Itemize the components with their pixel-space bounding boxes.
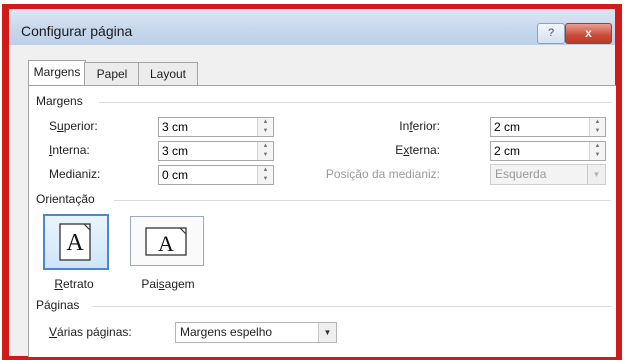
landscape-label: Paisagem xyxy=(141,277,195,291)
portrait-option[interactable]: A xyxy=(43,214,109,270)
varias-paginas-select[interactable]: Margens espelho ▼ xyxy=(175,322,337,343)
varias-paginas-value: Margens espelho xyxy=(180,325,273,339)
tab-papel-label: Papel xyxy=(96,67,128,81)
spin-up-icon[interactable]: ▲ xyxy=(258,166,273,175)
landscape-page-icon: A xyxy=(145,227,187,256)
inferior-label: Inferior: xyxy=(399,119,440,133)
externa-input[interactable] xyxy=(491,142,586,159)
spin-down-icon[interactable]: ▼ xyxy=(258,127,273,136)
orientation-divider xyxy=(114,200,611,201)
varias-paginas-label: Várias páginas: xyxy=(49,325,132,339)
spin-down-icon[interactable]: ▼ xyxy=(258,151,273,160)
externa-stepper[interactable]: ▲▼ xyxy=(490,141,606,161)
pages-group-label: Páginas xyxy=(36,298,80,312)
spin-up-icon[interactable]: ▲ xyxy=(258,142,273,151)
landscape-letter: A xyxy=(158,231,174,256)
inferior-stepper[interactable]: ▲▼ xyxy=(490,117,606,137)
tab-margens-label: Margens xyxy=(33,65,81,79)
tab-layout[interactable]: Layout xyxy=(138,62,198,85)
superior-spin-arrows[interactable]: ▲ ▼ xyxy=(257,118,273,136)
medianiz-stepper[interactable]: ▲▼ xyxy=(158,165,274,185)
inferior-spin-arrows[interactable]: ▲ ▼ xyxy=(589,118,605,136)
help-button[interactable]: ? xyxy=(537,23,565,44)
dialog-title: Configurar página xyxy=(21,23,133,39)
landscape-option[interactable]: A xyxy=(130,216,204,266)
externa-spin-arrows[interactable]: ▲ ▼ xyxy=(589,142,605,160)
interna-stepper[interactable]: ▲▼ xyxy=(158,141,274,161)
chevron-down-icon[interactable]: ▼ xyxy=(318,323,336,342)
spin-up-icon[interactable]: ▲ xyxy=(258,118,273,127)
posicao-medianiz-label: Posição da medianiz: xyxy=(325,167,440,181)
chevron-down-icon[interactable]: ▼ xyxy=(587,165,605,184)
portrait-letter: A xyxy=(66,230,84,256)
inferior-input[interactable] xyxy=(491,118,586,135)
posicao-medianiz-value: Esquerda xyxy=(495,167,547,181)
pages-divider xyxy=(93,306,611,307)
interna-label: Interna: xyxy=(49,143,90,157)
superior-label: Superior: xyxy=(49,119,98,133)
spin-up-icon[interactable]: ▲ xyxy=(590,142,605,151)
tab-margens[interactable]: Margens xyxy=(28,60,86,86)
orientation-group-label: Orientação xyxy=(36,192,95,206)
posicao-medianiz-select[interactable]: Esquerda ▼ xyxy=(490,164,606,185)
portrait-page-icon: A xyxy=(59,223,91,261)
tab-layout-label: Layout xyxy=(149,67,187,81)
tab-papel[interactable]: Papel xyxy=(84,62,140,85)
help-icon: ? xyxy=(547,27,555,39)
externa-label: Externa: xyxy=(395,143,440,157)
superior-input[interactable] xyxy=(159,118,254,135)
spin-down-icon[interactable]: ▼ xyxy=(258,175,273,184)
close-icon: x xyxy=(585,26,592,40)
medianiz-input[interactable] xyxy=(159,166,254,183)
margins-divider xyxy=(99,102,611,103)
margins-group-label: Margens xyxy=(36,94,83,108)
portrait-label: Retrato xyxy=(54,277,94,291)
title-bar: Configurar página ? x xyxy=(9,9,615,45)
medianiz-spin-arrows[interactable]: ▲ ▼ xyxy=(257,166,273,184)
spin-down-icon[interactable]: ▼ xyxy=(590,127,605,136)
margins-panel: Margens Superior: ▲▼ Inferior: ▲▼ Intern… xyxy=(28,85,616,357)
spin-down-icon[interactable]: ▼ xyxy=(590,151,605,160)
superior-stepper[interactable]: ▲▼ xyxy=(158,117,274,137)
interna-input[interactable] xyxy=(159,142,254,159)
dialog-body: Margens Papel Layout Margens Superior: ▲… xyxy=(9,45,616,357)
close-button[interactable]: x xyxy=(565,23,612,44)
spin-up-icon[interactable]: ▲ xyxy=(590,118,605,127)
medianiz-label: Medianiz: xyxy=(49,167,101,181)
interna-spin-arrows[interactable]: ▲ ▼ xyxy=(257,142,273,160)
